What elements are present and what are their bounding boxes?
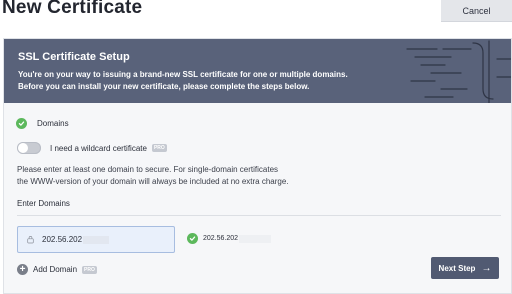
setup-card: SSL Certificate Setup You're on your way…: [3, 38, 512, 294]
domain-input[interactable]: 202.56.202: [17, 226, 175, 253]
pro-badge: PRO: [82, 265, 97, 274]
validated-domain-text: 202.56.202: [203, 235, 239, 242]
setup-banner: SSL Certificate Setup You're on your way…: [4, 39, 511, 103]
redacted-area: [83, 235, 110, 244]
plus-icon: +: [17, 264, 28, 275]
banner-line-2: Before you can install your new certific…: [18, 82, 310, 91]
next-step-label: Next Step: [438, 263, 476, 273]
step-label: Domains: [37, 119, 69, 128]
help-line-2: the WWW-version of your domain will alwa…: [17, 177, 289, 186]
check-circle-icon: [187, 233, 198, 244]
validated-domain: 202.56.202: [187, 233, 272, 244]
lock-icon: [27, 235, 34, 244]
page-title: New Certificate: [2, 0, 143, 18]
pro-badge: PRO: [151, 144, 167, 152]
banner-description: You're on your way to issuing a brand-ne…: [18, 69, 378, 93]
decorative-lines-icon: [406, 40, 511, 103]
cancel-button[interactable]: Cancel: [441, 0, 512, 22]
banner-title: SSL Certificate Setup: [18, 51, 130, 63]
wildcard-row: I need a wildcard certificate PRO: [17, 142, 167, 154]
add-domain-label: Add Domain: [33, 265, 78, 274]
redacted-area: [239, 234, 272, 243]
toggle-knob: [18, 143, 28, 153]
divider: [17, 215, 501, 216]
step-domains: Domains: [16, 118, 69, 129]
banner-line-1: You're on your way to issuing a brand-ne…: [18, 70, 348, 79]
check-circle-icon: [16, 118, 27, 129]
arrow-right-icon: →: [481, 262, 492, 274]
next-step-button[interactable]: Next Step →: [431, 257, 499, 279]
help-text: Please enter at least one domain to secu…: [17, 164, 347, 188]
enter-domains-label: Enter Domains: [17, 199, 70, 208]
wildcard-label: I need a wildcard certificate: [50, 143, 147, 153]
add-domain-button[interactable]: + Add Domain PRO: [17, 264, 97, 275]
help-line-1: Please enter at least one domain to secu…: [17, 165, 279, 174]
domain-input-value: 202.56.202: [42, 235, 83, 244]
wildcard-toggle[interactable]: [17, 142, 41, 154]
